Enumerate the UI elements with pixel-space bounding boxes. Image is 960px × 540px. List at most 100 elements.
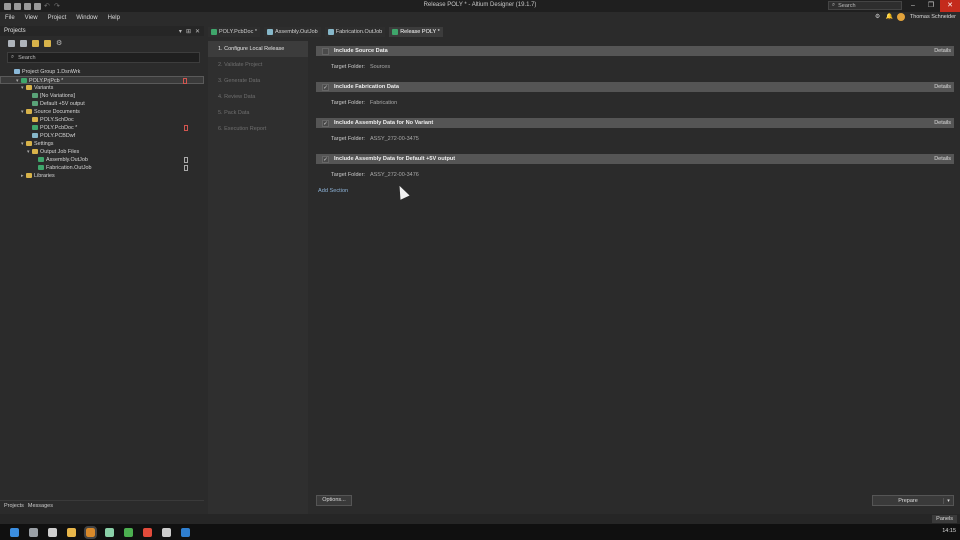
prepare-button[interactable]: Prepare ▾	[872, 495, 954, 506]
section-title: Include Fabrication Data	[334, 84, 399, 90]
projects-search-input[interactable]: ⌕ Search	[7, 52, 200, 63]
tree-item[interactable]: ▾ POLY.PrjPcb *	[0, 76, 204, 84]
tree-item[interactable]: ▸ Libraries	[0, 172, 204, 180]
folder-icon	[32, 117, 38, 123]
tree-item[interactable]: POLY.SchDoc	[0, 116, 204, 124]
tree-item[interactable]: Fabrication.OutJob	[0, 164, 204, 172]
document-icon	[392, 28, 399, 35]
menu-project[interactable]: Project	[43, 15, 72, 21]
taskbar-app-icon[interactable]	[84, 525, 97, 539]
details-link[interactable]: Details	[934, 156, 954, 162]
new-folder-icon[interactable]	[44, 39, 51, 47]
step-item[interactable]: 1. Configure Local Release	[208, 41, 308, 57]
bell-icon[interactable]: 🔔	[886, 14, 893, 20]
taskbar-app-icon[interactable]	[48, 527, 57, 537]
step-item[interactable]: 5. Pack Data	[208, 105, 308, 121]
section-header: ✓ Include Assembly Data for No Variant Det…	[316, 118, 954, 128]
tree-item[interactable]: Assembly.OutJob	[0, 156, 204, 164]
document-tab[interactable]: Release POLY *	[389, 26, 443, 37]
document-tab[interactable]: Fabrication.OutJob	[324, 26, 386, 37]
include-checkbox[interactable]: ✓	[322, 119, 329, 127]
section-title: Include Assembly Data for Default +5V ou…	[334, 156, 456, 162]
folder-icon	[32, 149, 38, 155]
close-button[interactable]: ✕	[940, 0, 960, 12]
section-body: Target Folder: ASSY_272-00-3476	[316, 164, 954, 185]
include-checkbox[interactable]: ✓	[322, 83, 329, 91]
include-checkbox[interactable]: ✓	[322, 155, 329, 163]
prepare-label: Prepare	[898, 497, 918, 504]
compile-icon[interactable]	[20, 39, 27, 47]
step-item[interactable]: 6. Execution Report	[208, 121, 308, 137]
tree-item[interactable]: Default +5V output	[0, 100, 204, 108]
tree-item[interactable]: ▾ Output Job Files	[0, 148, 204, 156]
target-folder-value[interactable]: ASSY_272-00-3475	[370, 136, 419, 142]
tree-item-label: Output Job Files	[40, 149, 80, 155]
menu-file[interactable]: File	[0, 15, 20, 21]
document-icon	[38, 157, 44, 163]
release-steps: 1. Configure Local Release 2. Validate Pr…	[208, 41, 308, 515]
chevron-down-icon[interactable]: ▾	[943, 497, 953, 504]
taskbar-app-icon[interactable]	[162, 527, 171, 537]
tree-item-label: Variants	[34, 85, 54, 91]
global-search-placeholder: Search	[838, 2, 856, 9]
details-link[interactable]: Details	[934, 48, 954, 54]
menu-help[interactable]: Help	[103, 15, 125, 21]
tree-item-label: Fabrication.OutJob	[46, 165, 92, 171]
details-link[interactable]: Details	[934, 84, 954, 90]
options-button[interactable]: Options...	[316, 495, 352, 506]
tree-item-label: Assembly.OutJob	[46, 157, 88, 163]
document-icon	[32, 125, 38, 131]
modified-file-icon	[184, 157, 188, 163]
add-section-link[interactable]: Add Section	[318, 188, 960, 194]
step-item[interactable]: 3. Generate Data	[208, 73, 308, 89]
step-item[interactable]: 4. Review Data	[208, 89, 308, 105]
tree-item[interactable]: ▾ Source Documents	[0, 108, 204, 116]
target-folder-value[interactable]: Fabrication	[370, 100, 397, 106]
clock: 14:15	[942, 528, 956, 534]
gear-icon[interactable]: ⚙	[875, 14, 881, 20]
document-tab[interactable]: Assembly.OutJob	[264, 26, 321, 37]
taskbar-app-icon[interactable]	[143, 527, 152, 537]
maximize-button[interactable]: ❐	[922, 0, 940, 12]
taskbar-app-icon[interactable]	[67, 527, 76, 537]
include-checkbox[interactable]	[322, 47, 329, 55]
projects-toolbar: ⚙	[0, 36, 204, 50]
tree-item[interactable]: [No Variations]	[0, 92, 204, 100]
open-folder-icon[interactable]	[32, 39, 39, 47]
step-item[interactable]: 2. Validate Project	[208, 57, 308, 73]
close-icon[interactable]: ✕	[195, 28, 200, 35]
settings-icon[interactable]: ⚙	[56, 40, 63, 47]
menu-window[interactable]: Window	[71, 15, 102, 21]
tree-item[interactable]: ▾ Settings	[0, 140, 204, 148]
user-name[interactable]: Thomas Schneider	[910, 14, 956, 20]
section-body: Target Folder: ASSY_272-00-3475	[316, 128, 954, 149]
panels-button[interactable]: Panels	[932, 515, 957, 523]
tree-item[interactable]: POLY.PcbDoc *	[0, 124, 204, 132]
release-section: Include Source Data Details Target Folder:…	[316, 46, 954, 77]
document-tab[interactable]: POLY.PcbDoc *	[208, 26, 261, 37]
avatar[interactable]	[896, 13, 905, 21]
projects-panel: Projects ▾ ⊞ ✕ ⚙ ⌕ Search Project Group …	[0, 26, 204, 514]
pin-icon[interactable]: ⊞	[186, 28, 191, 35]
global-search-input[interactable]: ⌕ Search	[828, 1, 902, 10]
tree-item[interactable]: POLY.PCBDwf	[0, 132, 204, 140]
save-project-icon[interactable]	[8, 39, 15, 47]
taskbar-app-icon[interactable]	[124, 527, 133, 537]
tree-item[interactable]: Project Group 1.DsnWrk	[0, 68, 204, 76]
tab-messages[interactable]: Messages	[28, 503, 53, 509]
menu-view[interactable]: View	[20, 15, 43, 21]
target-folder-value[interactable]: Sources	[370, 64, 390, 70]
search-icon: ⌕	[11, 54, 15, 60]
release-section: ✓ Include Assembly Data for No Variant Det…	[316, 118, 954, 149]
tree-item[interactable]: ▾ Variants	[0, 84, 204, 92]
details-link[interactable]: Details	[934, 120, 954, 126]
taskbar-app-icon[interactable]	[29, 527, 38, 537]
panel-menu-icon[interactable]: ▾	[179, 28, 182, 35]
windows-start-icon[interactable]	[10, 527, 19, 537]
minimize-button[interactable]: –	[904, 0, 922, 12]
taskbar-app-icon[interactable]	[181, 527, 190, 537]
tab-projects[interactable]: Projects	[4, 503, 24, 509]
target-folder-value[interactable]: ASSY_272-00-3476	[370, 172, 419, 178]
document-icon	[327, 28, 334, 35]
taskbar-app-icon[interactable]	[105, 527, 114, 537]
